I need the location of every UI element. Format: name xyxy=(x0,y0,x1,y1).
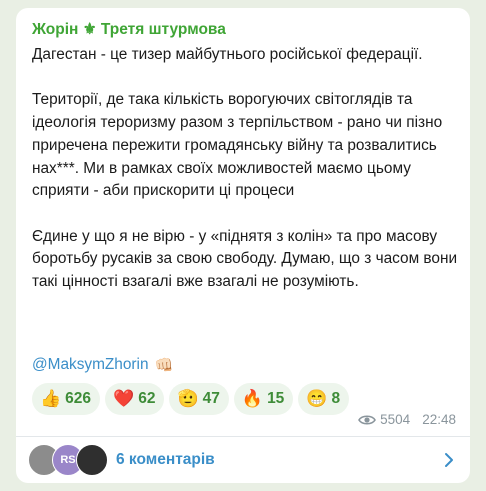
view-count: 5504 xyxy=(380,412,411,427)
grin-icon: 😁 xyxy=(306,389,328,408)
fist-emoji: 👊🏻 xyxy=(154,357,174,374)
heart-icon: ❤️ xyxy=(113,389,135,408)
post-paragraph: Території, де така кількість ворогуючих … xyxy=(32,91,443,200)
author-handle-row: @MaksymZhorin 👊🏻 xyxy=(32,356,173,374)
comments-label: 6 коментарів xyxy=(116,451,215,468)
post-paragraph: Єдине у що я не вірю - у «пiднятя з колi… xyxy=(32,227,458,290)
post-text: Дагестан - це тизер майбутнього російськ… xyxy=(32,44,458,294)
thumbs-up-icon: 👍 xyxy=(40,389,62,408)
reaction-heart[interactable]: ❤️ 62 xyxy=(105,383,165,415)
post-meta: 5504 22:48 xyxy=(358,412,456,427)
reaction-grin[interactable]: 😁 8 xyxy=(298,383,350,415)
reaction-count: 15 xyxy=(267,390,285,407)
reactions-bar: 👍 626 ❤️ 62 🫡 47 🔥 15 😁 8 xyxy=(32,383,350,415)
channel-post: Жорін ⚜ Третя штурмова Дагестан - це тиз… xyxy=(16,8,470,483)
post-paragraph: Дагестан - це тизер майбутнього російськ… xyxy=(32,46,423,63)
salute-icon: 🫡 xyxy=(177,389,199,408)
reaction-salute[interactable]: 🫡 47 xyxy=(169,383,229,415)
post-author[interactable]: Жорін ⚜ Третя штурмова xyxy=(32,20,226,39)
reaction-count: 626 xyxy=(65,390,92,407)
reaction-fire[interactable]: 🔥 15 xyxy=(233,383,294,415)
comments-button[interactable]: RS 6 коментарів xyxy=(16,437,470,483)
reaction-count: 8 xyxy=(331,390,341,407)
avatar xyxy=(76,444,108,476)
reaction-count: 62 xyxy=(138,390,156,407)
chevron-right-icon xyxy=(444,452,454,473)
reaction-thumbs-up[interactable]: 👍 626 xyxy=(32,383,101,415)
reaction-count: 47 xyxy=(202,390,220,407)
author-handle-link[interactable]: @MaksymZhorin xyxy=(32,356,149,374)
eye-icon xyxy=(358,414,377,426)
fire-icon: 🔥 xyxy=(241,389,264,408)
commenter-avatars: RS xyxy=(28,444,108,476)
post-time: 22:48 xyxy=(422,412,456,427)
